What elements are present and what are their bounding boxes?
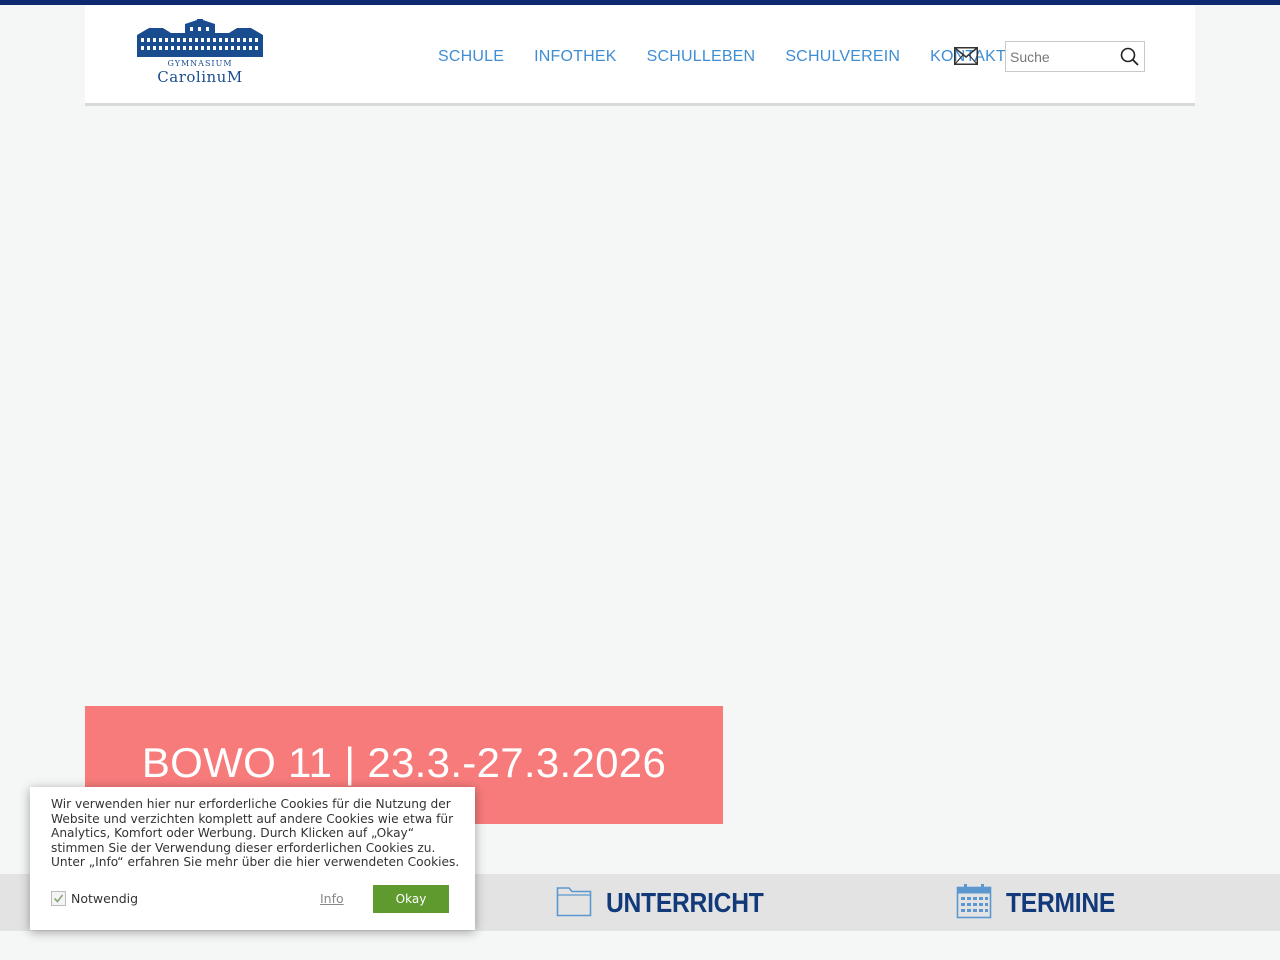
mail-icon[interactable]	[954, 47, 978, 65]
quicklink-label: TERMINE	[1006, 887, 1116, 918]
cookie-consent-dialog: Wir verwenden hier nur erforderliche Coo…	[30, 787, 475, 930]
cookie-consent-text: Wir verwenden hier nur erforderliche Coo…	[51, 797, 460, 869]
site-header: GYMNASIUM CarolinuM SCHULE INFOTHEK SCHU…	[85, 5, 1195, 106]
search-input[interactable]	[1006, 42, 1116, 71]
cookie-okay-button[interactable]: Okay	[373, 885, 449, 913]
folder-icon	[556, 885, 592, 921]
search-box	[1005, 41, 1145, 72]
banner-title: BOWO 11 | 23.3.-27.3.2026	[141, 739, 667, 786]
calendar-icon	[956, 883, 992, 923]
school-logo[interactable]: GYMNASIUM CarolinuM	[135, 19, 265, 87]
nav-item-schulleben[interactable]: SCHULLEBEN	[647, 48, 756, 66]
logo-line-carolinum: CarolinuM	[157, 68, 243, 86]
logo-line-gymnasium: GYMNASIUM	[167, 59, 233, 68]
quicklink-label: UNTERRICHT	[606, 887, 764, 918]
checkbox-label: Notwendig	[71, 891, 139, 906]
nav-item-schule[interactable]: SCHULE	[438, 48, 504, 66]
building-emblem-icon	[137, 19, 263, 57]
cookie-checkbox-necessary[interactable]: Notwendig	[51, 891, 138, 906]
search-icon[interactable]	[1120, 47, 1139, 66]
nav-item-infothek[interactable]: INFOTHEK	[534, 48, 617, 66]
main-navigation: SCHULE INFOTHEK SCHULLEBEN SCHULVEREIN K…	[438, 45, 1006, 69]
checkbox[interactable]	[51, 891, 66, 906]
quicklink-unterricht[interactable]: UNTERRICHT	[556, 884, 785, 922]
quicklink-termine[interactable]: TERMINE	[956, 884, 1130, 922]
cookie-info-link[interactable]: Info	[320, 891, 344, 906]
checkmark-icon	[53, 894, 64, 903]
nav-item-schulverein[interactable]: SCHULVEREIN	[785, 48, 900, 66]
